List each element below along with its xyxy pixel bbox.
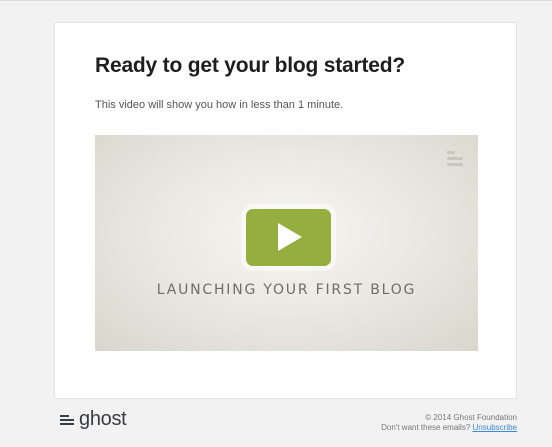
email-headline: Ready to get your blog started?: [95, 54, 405, 77]
ghost-logo-text: ghost: [79, 408, 127, 430]
ghost-menu-icon: [447, 151, 463, 167]
play-icon: [278, 223, 302, 251]
video-title: LAUNCHING YOUR FIRST BLOG: [156, 282, 417, 298]
email-background: Ready to get your blog started? This vid…: [0, 0, 552, 447]
ghost-logo[interactable]: ghost: [60, 408, 127, 431]
copyright-text: © 2014 Ghost Foundation: [425, 413, 517, 422]
email-card: Ready to get your blog started? This vid…: [54, 22, 517, 399]
email-subtext: This video will show you how in less tha…: [95, 99, 344, 111]
unsubscribe-link[interactable]: Unsubscribe: [473, 423, 517, 432]
footer-legal: © 2014 Ghost Foundation Don't want these…: [381, 413, 517, 433]
unsubscribe-line: Don't want these emails? Unsubscribe: [381, 423, 517, 433]
video-thumbnail[interactable]: LAUNCHING YOUR FIRST BLOG: [95, 135, 478, 351]
play-button[interactable]: [246, 209, 331, 266]
unsubscribe-prompt: Don't want these emails?: [381, 423, 471, 432]
ghost-logo-icon: [60, 415, 74, 427]
